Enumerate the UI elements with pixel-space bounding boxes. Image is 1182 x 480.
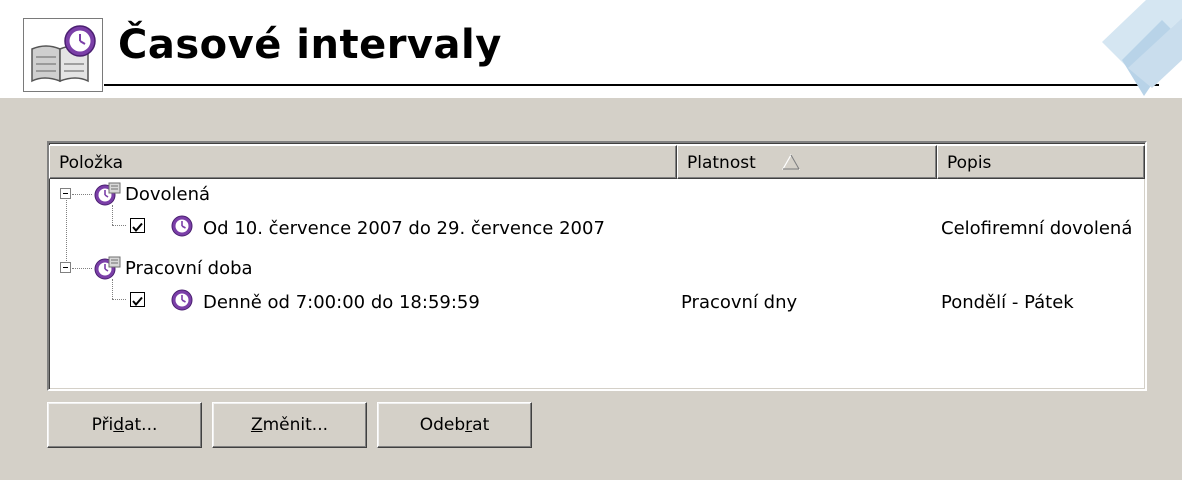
checkmark-icon	[132, 222, 143, 233]
tree-group-label[interactable]: Dovolená	[125, 184, 210, 205]
column-header-polozka[interactable]: Položka	[49, 145, 677, 179]
column-header-label: Platnost	[687, 153, 756, 173]
checkmark-icon	[132, 296, 143, 307]
page-title: Časové intervaly	[118, 22, 502, 68]
column-header-platnost[interactable]: Platnost	[677, 145, 937, 179]
tree-line	[66, 189, 67, 263]
tree-line	[112, 299, 126, 300]
tree-line	[72, 268, 92, 269]
clock-group-icon	[94, 256, 121, 280]
tree-line	[112, 225, 126, 226]
column-header-label: Popis	[947, 153, 992, 173]
clock-icon	[171, 215, 193, 237]
tree-line	[112, 279, 113, 299]
remove-button[interactable]: Odebrat	[377, 402, 532, 448]
intervals-tree-list[interactable]: Položka Platnost Popis Dovolená Od 10. č…	[47, 141, 1147, 391]
header-divider	[104, 84, 1159, 86]
clock-icon	[171, 289, 193, 311]
interval-label[interactable]: Od 10. července 2007 do 29. července 200…	[203, 218, 605, 239]
collapse-toggle[interactable]	[60, 188, 71, 199]
tree-group-label[interactable]: Pracovní doba	[125, 258, 253, 279]
brand-logo-icon	[1102, 0, 1182, 96]
tree-line	[72, 194, 92, 195]
button-label: Přidat...	[91, 415, 158, 435]
interval-popis: Pondělí - Pátek	[941, 292, 1074, 313]
button-label: Změnit...	[250, 415, 329, 435]
item-checkbox[interactable]	[130, 218, 145, 233]
column-header-label: Položka	[59, 153, 124, 173]
tree-line	[112, 205, 113, 225]
interval-label[interactable]: Denně od 7:00:00 do 18:59:59	[203, 292, 480, 313]
button-label: Odebrat	[419, 415, 490, 435]
item-checkbox[interactable]	[130, 292, 145, 307]
collapse-toggle[interactable]	[60, 262, 71, 273]
change-button[interactable]: Změnit...	[212, 402, 367, 448]
book-clock-icon	[23, 18, 103, 92]
add-button[interactable]: Přidat...	[47, 402, 202, 448]
sort-ascending-icon	[782, 154, 800, 170]
page-header: Časové intervaly	[0, 0, 1182, 98]
interval-popis: Celofiremní dovolená	[941, 218, 1133, 239]
interval-platnost: Pracovní dny	[681, 292, 798, 313]
clock-group-icon	[94, 182, 121, 206]
column-header-popis[interactable]: Popis	[937, 145, 1145, 179]
